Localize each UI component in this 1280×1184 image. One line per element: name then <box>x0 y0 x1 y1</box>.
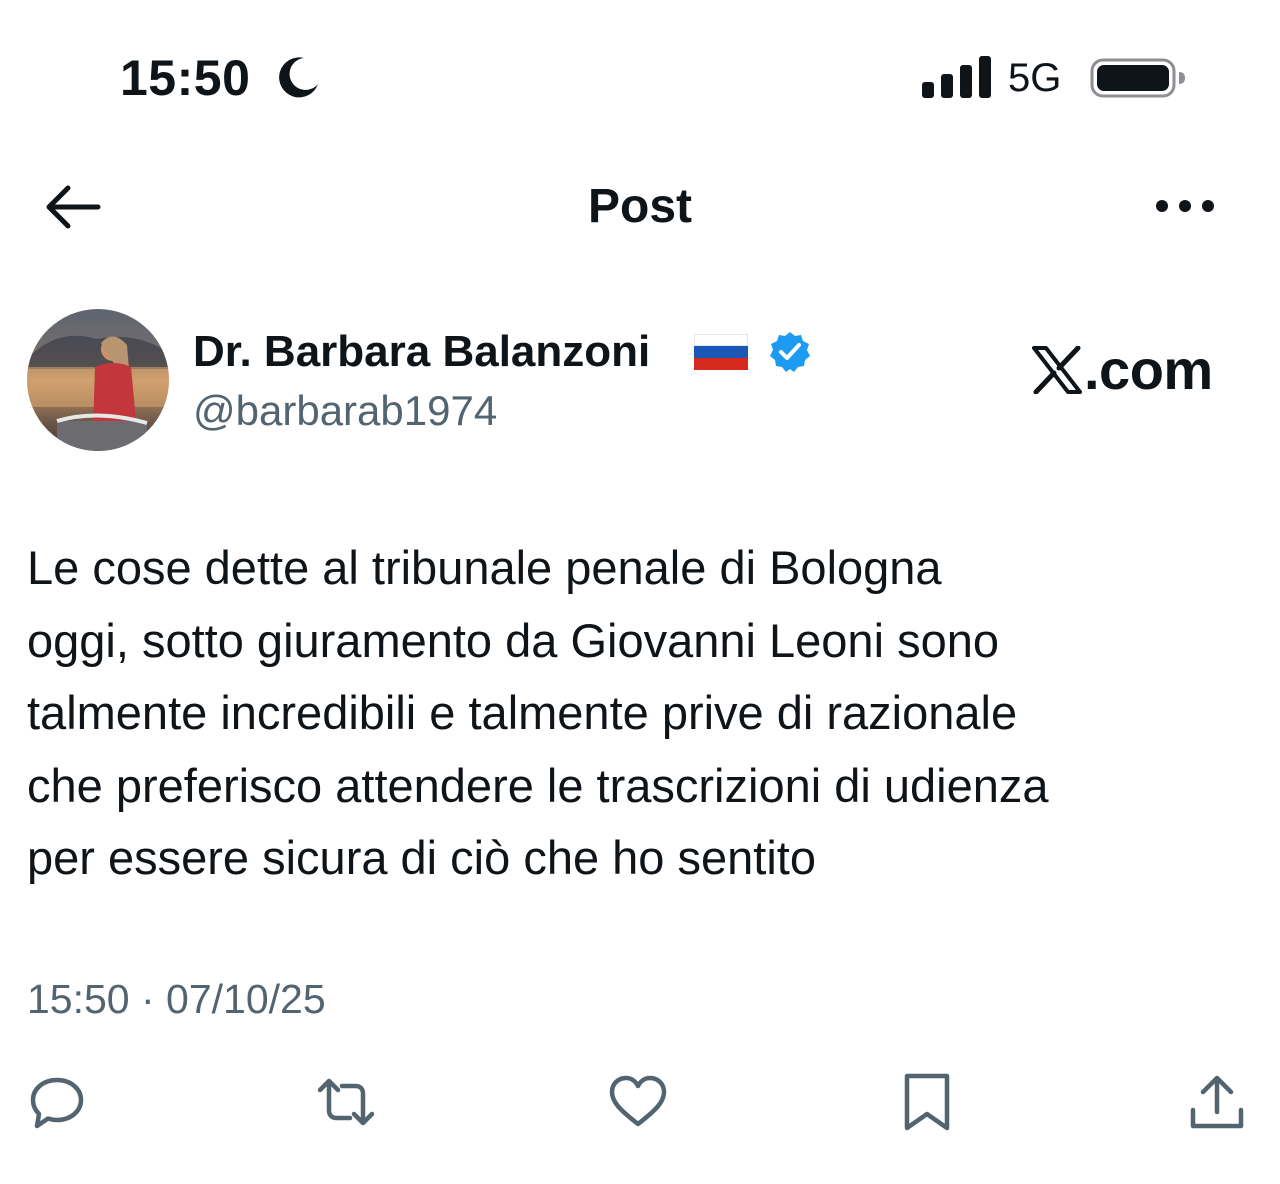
share-button[interactable] <box>1187 1072 1247 1132</box>
like-icon <box>609 1075 667 1127</box>
verified-badge-icon <box>770 332 810 372</box>
avatar-photo <box>27 335 169 451</box>
russia-flag-icon <box>694 334 748 370</box>
battery-icon <box>1090 58 1185 98</box>
share-icon <box>1190 1075 1244 1129</box>
more-dots-icon[interactable] <box>1154 194 1216 218</box>
like-button[interactable] <box>608 1072 668 1132</box>
avatar[interactable] <box>27 309 169 451</box>
status-time: 15:50 <box>120 50 251 106</box>
reply-button[interactable] <box>27 1072 87 1132</box>
brand-logo: .com <box>1032 340 1213 400</box>
author-handle[interactable]: @barbarab1974 <box>193 386 497 436</box>
post-timestamp[interactable]: 15:50 · 07/10/25 <box>27 974 326 1024</box>
page-title: Post <box>587 180 692 233</box>
bookmark-button[interactable] <box>897 1072 957 1132</box>
brand-text: .com <box>1084 338 1213 401</box>
post-text: Le cose dette al tribunale penale di Bol… <box>27 541 1049 884</box>
network-type: 5G <box>1008 56 1062 100</box>
moon-icon <box>279 57 318 98</box>
repost-icon <box>317 1078 375 1126</box>
signal-icon <box>922 56 991 98</box>
bookmark-icon <box>904 1073 950 1131</box>
author-name[interactable]: Dr. Barbara Balanzoni <box>193 326 650 378</box>
x-logo-icon <box>1032 346 1082 394</box>
repost-button[interactable] <box>316 1072 376 1132</box>
reply-icon <box>30 1077 84 1129</box>
